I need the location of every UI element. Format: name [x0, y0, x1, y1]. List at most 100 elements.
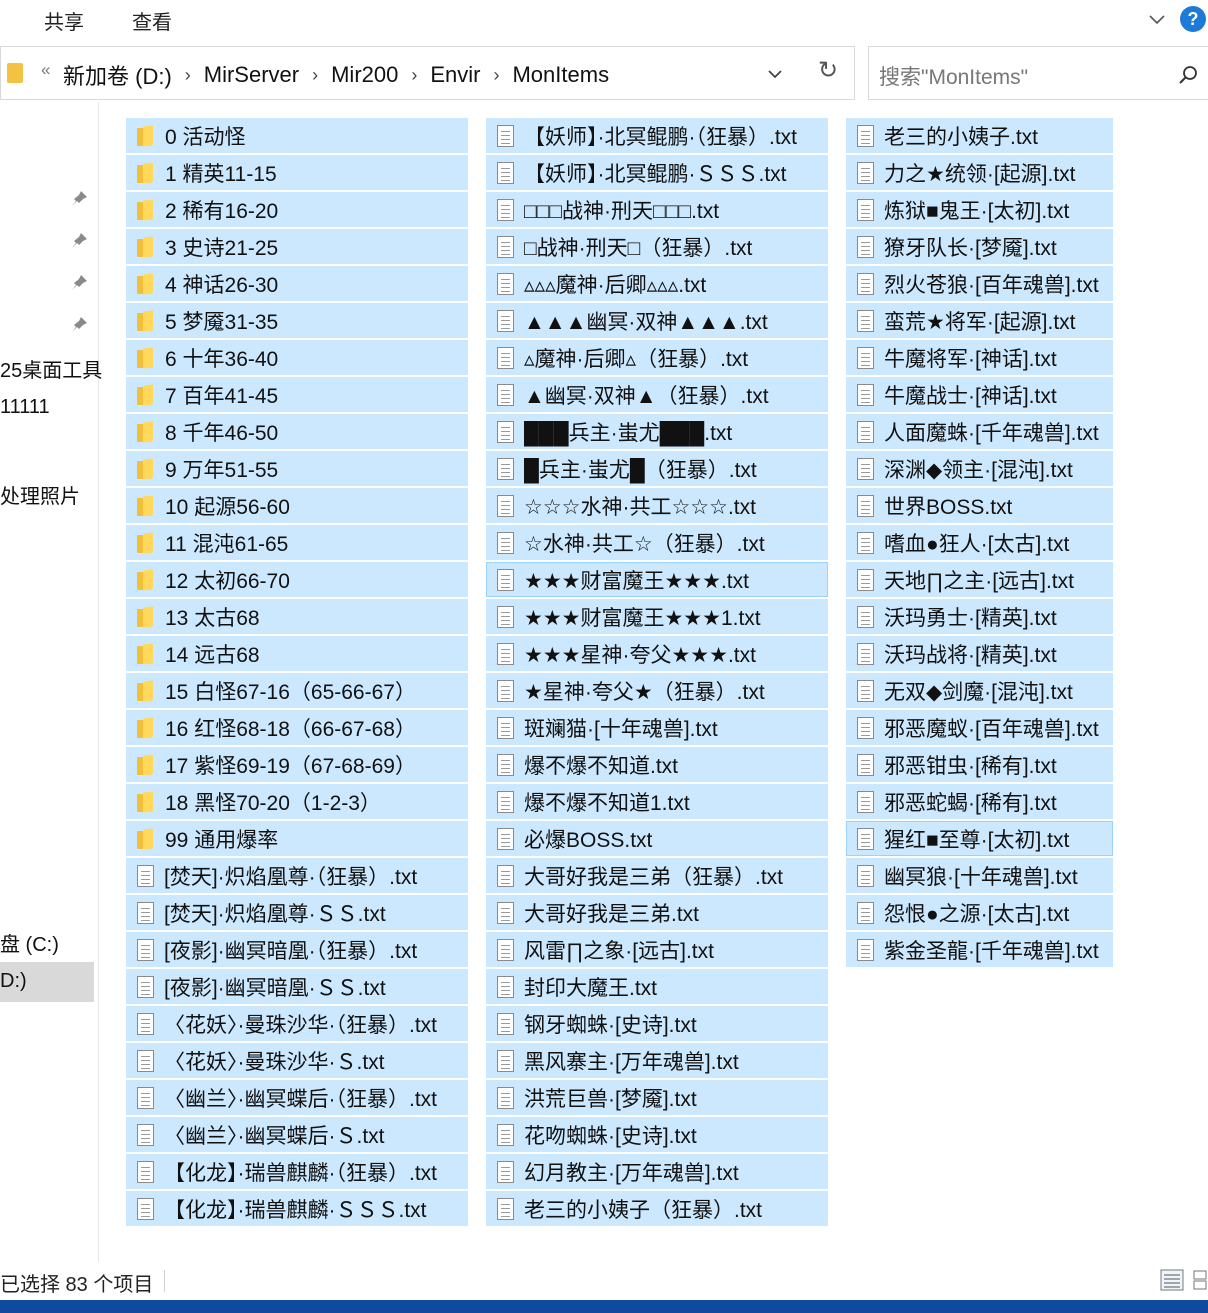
folder-item[interactable]: 4 神话26-30 [126, 266, 468, 301]
file-item[interactable]: 【化龙】·瑞兽麒麟·ＳＳＳ.txt [126, 1191, 468, 1226]
file-item[interactable]: 猩红■至尊·[太初].txt [846, 821, 1113, 856]
file-item[interactable]: 钢牙蜘蛛·[史诗].txt [486, 1006, 828, 1041]
file-item[interactable]: 幻月教主·[万年魂兽].txt [486, 1154, 828, 1189]
file-item[interactable]: [夜影]·幽冥暗凰·（狂暴）.txt [126, 932, 468, 967]
folder-item[interactable]: 15 白怪67-16（65-66-67） [126, 673, 468, 708]
folder-item[interactable]: 18 黑怪70-20（1-2-3） [126, 784, 468, 819]
file-item[interactable]: 天地∏之主·[远古].txt [846, 562, 1113, 597]
file-item[interactable]: 无双◆剑魔·[混沌].txt [846, 673, 1113, 708]
crumb-drive[interactable]: 新加卷 (D:) [63, 59, 172, 91]
file-item[interactable]: ▲幽冥·双神▲（狂暴）.txt [486, 377, 828, 412]
folder-item[interactable]: 6 十年36-40 [126, 340, 468, 375]
file-item[interactable]: 斑斓猫·[十年魂兽].txt [486, 710, 828, 745]
file-item[interactable]: ▵魔神·后卿▵（狂暴）.txt [486, 340, 828, 375]
file-item[interactable]: ★★★星神·夸父★★★.txt [486, 636, 828, 671]
folder-item[interactable]: 1 精英11-15 [126, 155, 468, 190]
file-item[interactable]: 邪恶魔蚁·[百年魂兽].txt [846, 710, 1113, 745]
crumb-mir200[interactable]: Mir200 [331, 62, 398, 88]
search-icon[interactable] [1176, 63, 1200, 87]
file-item[interactable]: [夜影]·幽冥暗凰·ＳＳ.txt [126, 969, 468, 1004]
file-item[interactable]: 老三的小姨子.txt [846, 118, 1113, 153]
file-item[interactable]: 幽冥狼·[十年魂兽].txt [846, 858, 1113, 893]
file-item[interactable]: 紫金圣龍·[千年魂兽].txt [846, 932, 1113, 967]
file-item[interactable]: 烈火苍狼·[百年魂兽].txt [846, 266, 1113, 301]
file-item[interactable]: 爆不爆不知道1.txt [486, 784, 828, 819]
nav-item-photos[interactable]: 处理照片 [0, 480, 80, 509]
file-item[interactable]: 牛魔战士·[神话].txt [846, 377, 1113, 412]
chevron-right-icon[interactable]: › [411, 65, 417, 86]
folder-item[interactable]: 12 太初66-70 [126, 562, 468, 597]
folder-item[interactable]: 16 红怪68-18（66-67-68） [126, 710, 468, 745]
file-item[interactable]: ███兵主·蚩尤███.txt [486, 414, 828, 449]
file-item[interactable]: 沃玛战将·[精英].txt [846, 636, 1113, 671]
folder-item[interactable]: 17 紫怪69-19（67-68-69） [126, 747, 468, 782]
file-item[interactable]: 邪恶钳虫·[稀有].txt [846, 747, 1113, 782]
file-item[interactable]: 【妖师】·北冥鲲鹏·ＳＳＳ.txt [486, 155, 828, 190]
help-icon[interactable]: ? [1180, 6, 1206, 32]
file-item[interactable]: 牛魔将军·[神话].txt [846, 340, 1113, 375]
ribbon-tab-share[interactable]: 共享 [44, 6, 84, 35]
nav-item-drive-d[interactable]: D:) [0, 970, 27, 993]
folder-item[interactable]: 3 史诗21-25 [126, 229, 468, 264]
file-item[interactable]: ★星神·夸父★（狂暴）.txt [486, 673, 828, 708]
file-item[interactable]: 封印大魔王.txt [486, 969, 828, 1004]
details-view-icon[interactable] [1160, 1268, 1184, 1292]
file-item[interactable]: 花吻蜘蛛·[史诗].txt [486, 1117, 828, 1152]
file-item[interactable]: 怨恨●之源·[太古].txt [846, 895, 1113, 930]
folder-item[interactable]: 7 百年41-45 [126, 377, 468, 412]
chevron-right-icon[interactable]: › [493, 65, 499, 86]
file-item[interactable]: 炼狱■鬼王·[太初].txt [846, 192, 1113, 227]
crumb-mirserver[interactable]: MirServer [204, 62, 299, 88]
pin-icon[interactable] [68, 230, 90, 252]
crumb-envir[interactable]: Envir [430, 62, 480, 88]
folder-item[interactable]: 2 稀有16-20 [126, 192, 468, 227]
chevron-down-icon[interactable] [766, 65, 784, 83]
file-item[interactable]: 老三的小姨子（狂暴）.txt [486, 1191, 828, 1226]
nav-item-drive-c[interactable]: 盘 (C:) [0, 928, 59, 957]
pin-icon[interactable] [68, 188, 90, 210]
pin-icon[interactable] [68, 272, 90, 294]
file-item[interactable]: 〈花妖〉·曼珠沙华·Ｓ.txt [126, 1043, 468, 1078]
file-item[interactable]: █兵主·蚩尤█（狂暴）.txt [486, 451, 828, 486]
folder-item[interactable]: 8 千年46-50 [126, 414, 468, 449]
crumb-monitems[interactable]: MonItems [512, 62, 609, 88]
folder-item[interactable]: 0 活动怪 [126, 118, 468, 153]
folder-item[interactable]: 5 梦魇31-35 [126, 303, 468, 338]
ribbon-tab-view[interactable]: 查看 [132, 6, 172, 35]
expand-ribbon-chevron-icon[interactable] [1148, 10, 1166, 28]
file-item[interactable]: □□□战神·刑天□□□.txt [486, 192, 828, 227]
search-input[interactable]: 搜索"MonItems" [868, 46, 1208, 100]
chevron-right-icon[interactable]: › [185, 65, 191, 86]
file-item[interactable]: 深渊◆领主·[混沌].txt [846, 451, 1113, 486]
file-item[interactable]: ▵▵▵魔神·后卿▵▵▵.txt [486, 266, 828, 301]
file-item[interactable]: 大哥好我是三弟（狂暴）.txt [486, 858, 828, 893]
file-item[interactable]: 〈幽兰〉·幽冥蝶后·（狂暴）.txt [126, 1080, 468, 1115]
file-item[interactable]: 力之★统领·[起源].txt [846, 155, 1113, 190]
large-icons-view-icon[interactable] [1192, 1268, 1208, 1292]
address-bar[interactable]: « 新加卷 (D:) › MirServer › Mir200 › Envir … [0, 46, 855, 100]
pin-icon[interactable] [68, 314, 90, 336]
file-item[interactable]: [焚天]·炽焰凰尊·ＳＳ.txt [126, 895, 468, 930]
file-item[interactable]: 嗜血●狂人·[太古].txt [846, 525, 1113, 560]
overflow-crumbs-icon[interactable]: « [41, 60, 50, 80]
chevron-right-icon[interactable]: › [312, 65, 318, 86]
file-item[interactable]: 大哥好我是三弟.txt [486, 895, 828, 930]
file-item[interactable]: 世界BOSS.txt [846, 488, 1113, 523]
folder-item[interactable]: 14 远古68 [126, 636, 468, 671]
file-item[interactable]: 人面魔蛛·[千年魂兽].txt [846, 414, 1113, 449]
file-item[interactable]: 洪荒巨兽·[梦魇].txt [486, 1080, 828, 1115]
folder-item[interactable]: 10 起源56-60 [126, 488, 468, 523]
file-item[interactable]: 邪恶蛇蝎·[稀有].txt [846, 784, 1113, 819]
file-item[interactable]: ☆水神·共工☆（狂暴）.txt [486, 525, 828, 560]
folder-item[interactable]: 99 通用爆率 [126, 821, 468, 856]
file-item[interactable]: 黑风寨主·[万年魂兽].txt [486, 1043, 828, 1078]
file-item[interactable]: ▲▲▲幽冥·双神▲▲▲.txt [486, 303, 828, 338]
file-item[interactable]: 【化龙】·瑞兽麒麟·（狂暴）.txt [126, 1154, 468, 1189]
folder-item[interactable]: 13 太古68 [126, 599, 468, 634]
file-item[interactable]: ★★★财富魔王★★★.txt [486, 562, 828, 597]
file-item[interactable]: ★★★财富魔王★★★1.txt [486, 599, 828, 634]
folder-item[interactable]: 9 万年51-55 [126, 451, 468, 486]
file-item[interactable]: □战神·刑天□（狂暴）.txt [486, 229, 828, 264]
nav-item-11111[interactable]: 11111 [0, 396, 50, 419]
refresh-icon[interactable]: ↻ [808, 56, 848, 86]
